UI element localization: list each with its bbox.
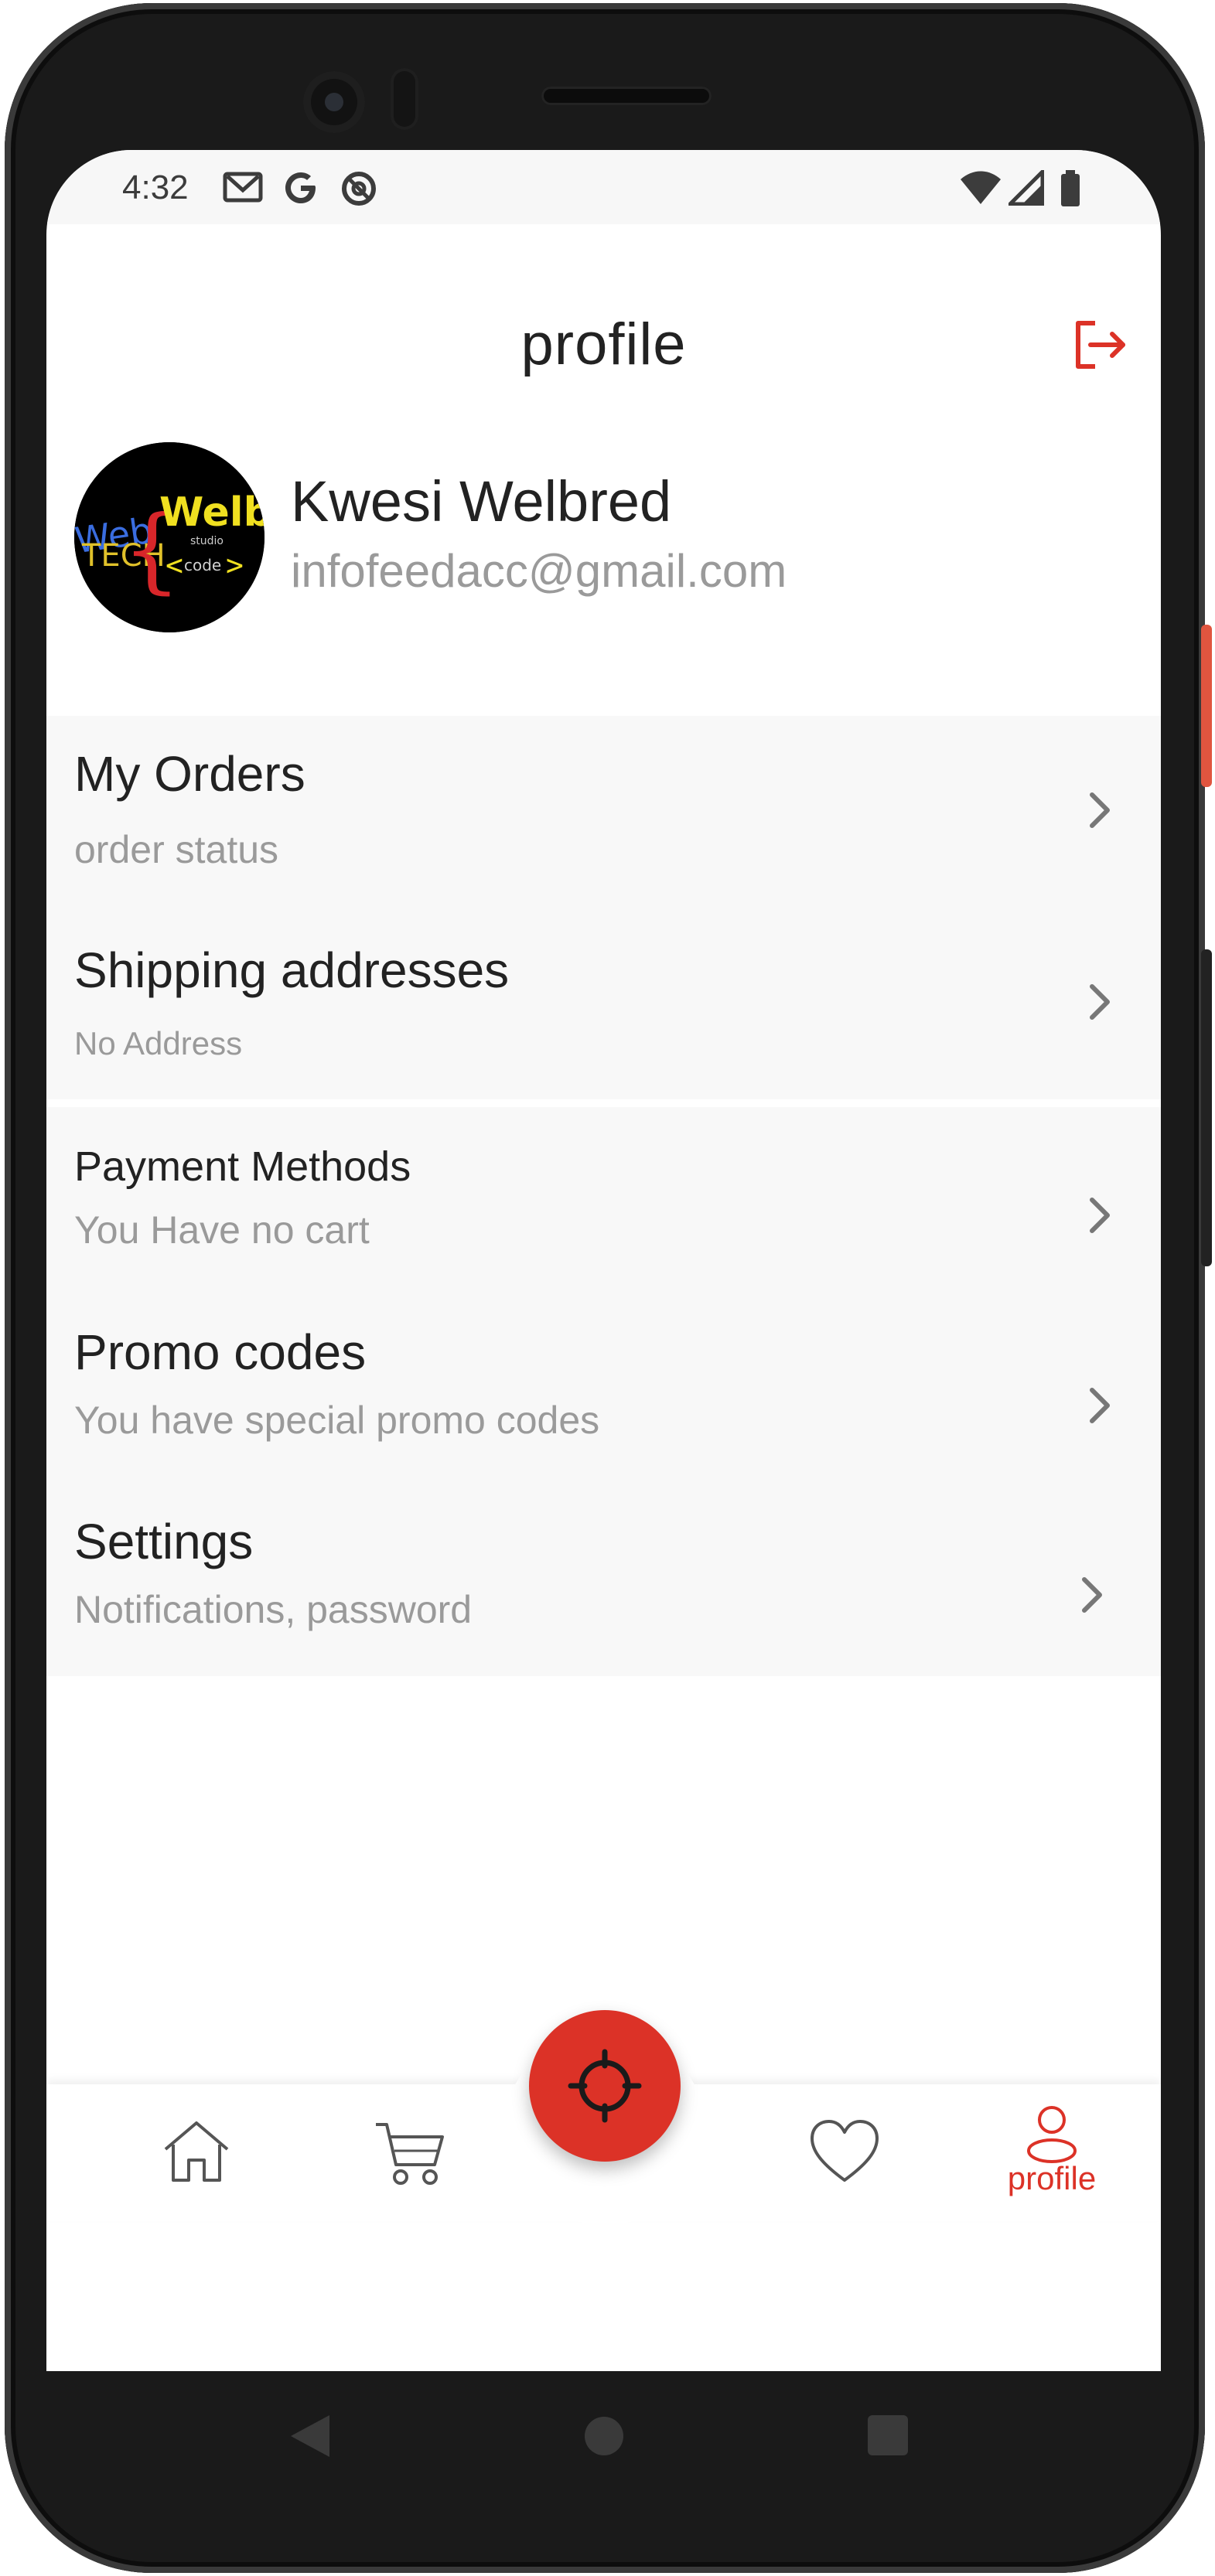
nav-cart[interactable] [348, 2103, 472, 2203]
power-button [1201, 625, 1212, 787]
system-home-icon[interactable] [585, 2417, 623, 2455]
cart-icon [376, 2123, 444, 2185]
nav-profile[interactable]: profile [990, 2103, 1114, 2203]
nav-home[interactable] [135, 2103, 258, 2203]
system-back-icon[interactable] [286, 2412, 333, 2460]
home-icon [164, 2121, 229, 2182]
bottom-nav-layer: profile [46, 0, 1161, 2371]
volume-button [1201, 949, 1212, 1266]
system-recents-icon[interactable] [868, 2415, 908, 2455]
locate-fab-button[interactable] [529, 2010, 681, 2162]
locate-icon [568, 2049, 642, 2123]
nav-favorites[interactable] [783, 2103, 906, 2203]
heart-icon [811, 2120, 879, 2182]
profile-icon [1027, 2106, 1077, 2163]
nav-profile-label: profile [1007, 2160, 1097, 2196]
